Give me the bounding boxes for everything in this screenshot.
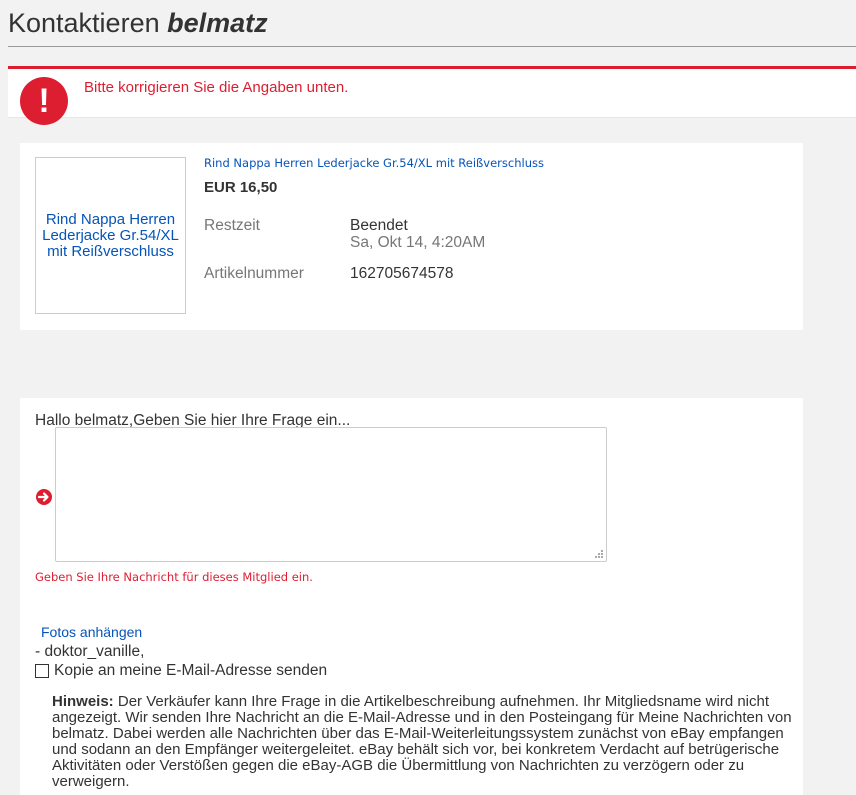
item-number-label: Artikelnummer xyxy=(204,265,304,282)
title-divider xyxy=(8,46,856,47)
copy-to-email-option[interactable]: Kopie an meine E-Mail-Adresse senden xyxy=(35,662,327,680)
end-date: Sa, Okt 14, 4:20AM xyxy=(350,234,486,251)
message-textarea[interactable] xyxy=(55,427,607,562)
time-left-value: Beendet xyxy=(350,217,408,234)
item-title-link[interactable]: Rind Nappa Herren Lederjacke Gr.54/XL mi… xyxy=(204,156,544,170)
item-thumbnail[interactable]: Rind Nappa Herren Lederjacke Gr.54/XL mi… xyxy=(35,157,186,314)
alert-message: Bitte korrigieren Sie die Angaben unten. xyxy=(84,79,349,96)
notice-heading: Hinweis: xyxy=(52,693,114,710)
notice-text: Hinweis: Der Verkäufer kann Ihre Frage i… xyxy=(52,694,794,790)
attach-photos-link[interactable]: Fotos anhängen xyxy=(41,624,142,640)
notice-body: Der Verkäufer kann Ihre Frage in die Art… xyxy=(52,693,792,790)
message-error: Geben Sie Ihre Nachricht für dieses Mitg… xyxy=(35,570,313,584)
resize-grip-icon[interactable] xyxy=(594,549,604,559)
error-alert: ! Bitte korrigieren Sie die Angaben unte… xyxy=(8,66,856,125)
copy-to-email-label: Kopie an meine E-Mail-Adresse senden xyxy=(54,662,328,679)
error-arrow-icon xyxy=(36,489,52,505)
sender-signature: - doktor_vanille, xyxy=(35,643,145,660)
page-title-prefix: Kontaktieren xyxy=(8,8,160,38)
item-thumbnail-alt-link[interactable]: Rind Nappa Herren Lederjacke Gr.54/XL mi… xyxy=(36,211,185,260)
copy-to-email-checkbox[interactable] xyxy=(35,664,49,678)
exclamation-icon: ! xyxy=(20,77,68,125)
seller-name: belmatz xyxy=(167,8,268,38)
item-price: EUR 16,50 xyxy=(204,179,278,196)
message-form: Hallo belmatz,Geben Sie hier Ihre Frage … xyxy=(20,398,803,795)
page-title: Kontaktieren belmatz xyxy=(8,8,268,39)
time-left-label: Restzeit xyxy=(204,217,260,234)
item-summary-card: Rind Nappa Herren Lederjacke Gr.54/XL mi… xyxy=(20,143,803,330)
item-number: 162705674578 xyxy=(350,265,454,282)
